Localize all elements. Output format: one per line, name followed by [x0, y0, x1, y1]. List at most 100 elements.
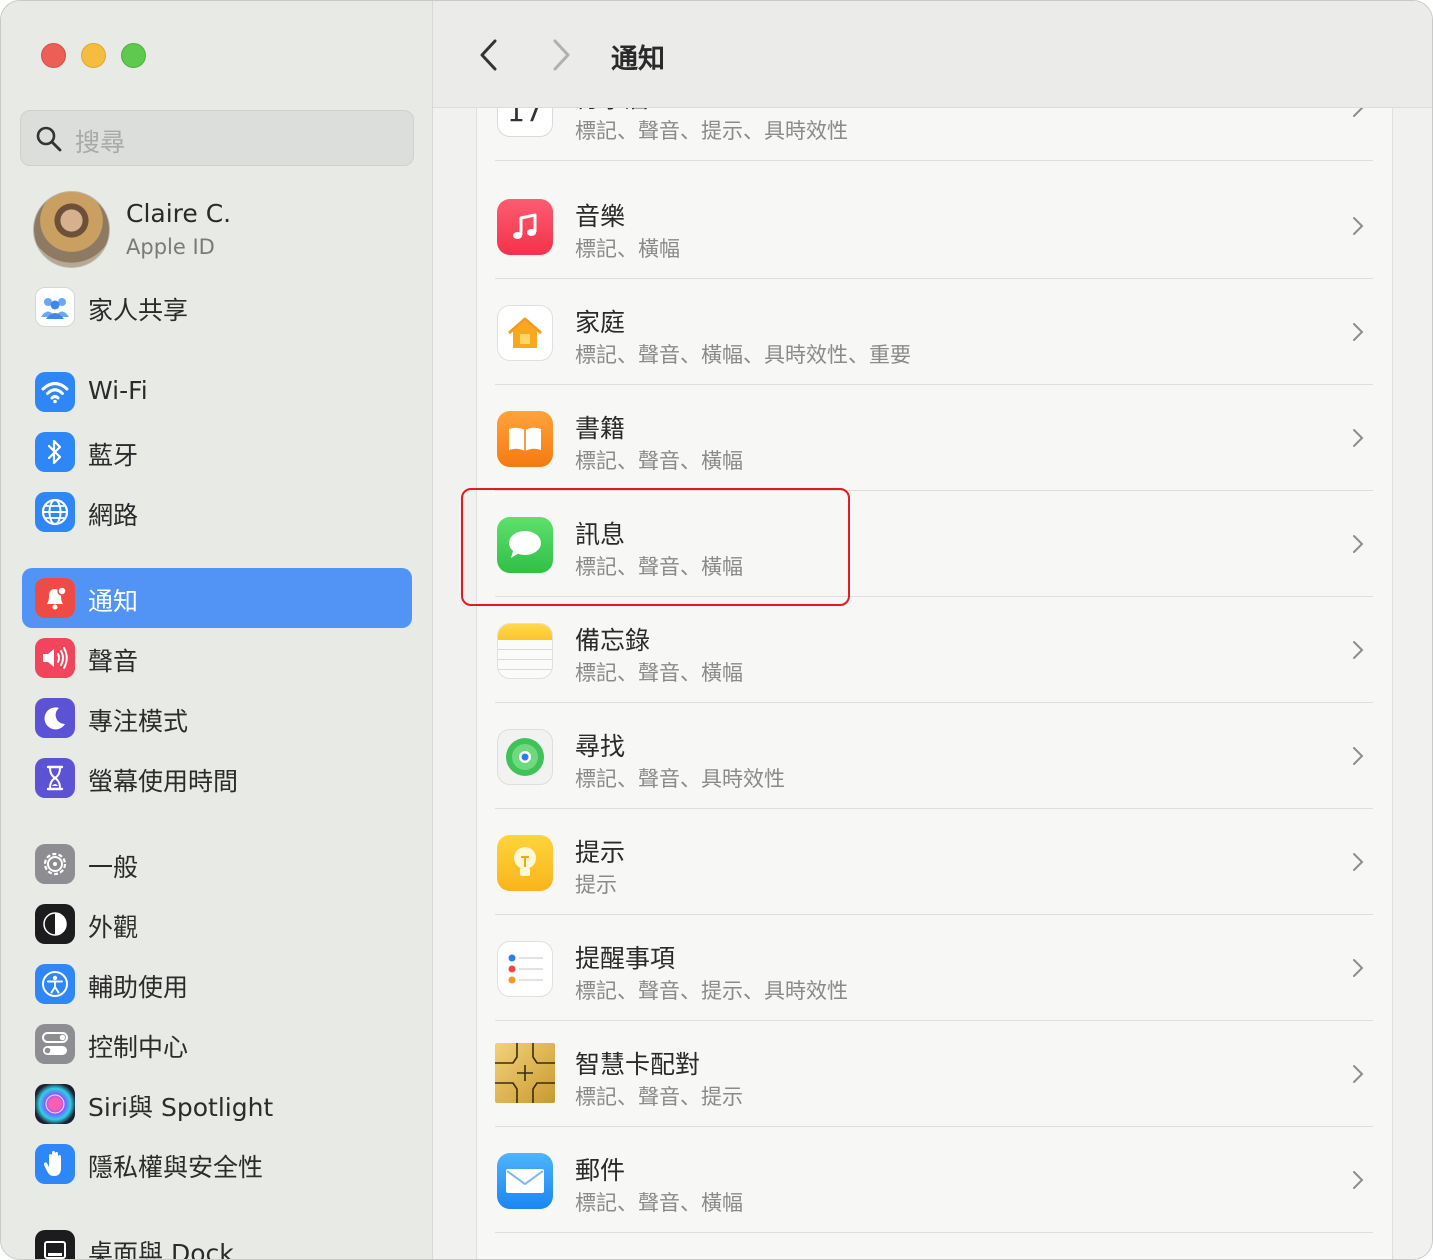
- sidebar-item-siri-spotlight[interactable]: Siri與 Spotlight: [22, 1074, 412, 1134]
- app-description: 標記、聲音、橫幅: [575, 1191, 743, 1215]
- forward-button[interactable]: [549, 37, 573, 73]
- sidebar-item-desktop-dock[interactable]: 桌面與 Dock: [22, 1220, 412, 1260]
- app-row-find-my[interactable]: 尋找 標記、聲音、具時效性: [495, 703, 1373, 809]
- sidebar-item-label: 桌面與 Dock: [88, 1239, 234, 1260]
- avatar: [33, 191, 110, 268]
- app-row-mail[interactable]: 郵件 標記、聲音、橫幅: [495, 1127, 1373, 1233]
- speaker-icon: [35, 638, 75, 678]
- app-description: 標記、聲音、提示: [575, 1085, 743, 1109]
- page-title: 通知: [611, 44, 665, 75]
- sidebar: 搜尋 Claire C. Apple ID 家人共享 Wi-Fi 藍牙 網路 通…: [1, 1, 433, 1260]
- app-title: 音樂: [575, 202, 626, 231]
- app-row-notes[interactable]: 備忘錄 標記、聲音、橫幅: [495, 597, 1373, 703]
- sidebar-item-general[interactable]: 一般: [22, 834, 412, 894]
- sidebar-item-wifi[interactable]: Wi-Fi: [22, 362, 412, 422]
- hourglass-icon: [35, 758, 75, 798]
- sidebar-item-notifications[interactable]: 通知: [22, 568, 412, 628]
- app-description: 標記、聲音、提示、具時效性: [575, 119, 848, 143]
- chevron-right-icon: [1353, 535, 1364, 553]
- app-title: 書籍: [575, 414, 626, 443]
- sidebar-item-bluetooth[interactable]: 藍牙: [22, 422, 412, 482]
- sidebar-item-family-sharing[interactable]: 家人共享: [22, 277, 412, 337]
- app-title: 提醒事項: [575, 944, 676, 973]
- app-title: 尋找: [575, 732, 626, 761]
- toggles-icon: [35, 1024, 75, 1064]
- account-name: Claire C.: [126, 199, 232, 228]
- books-icon: [497, 411, 553, 467]
- sidebar-item-privacy-security[interactable]: 隱私權與安全性: [22, 1134, 412, 1194]
- dock-icon: [35, 1230, 75, 1259]
- sidebar-item-label: 藍牙: [88, 441, 139, 470]
- close-window-button[interactable]: [41, 43, 66, 68]
- appearance-icon: [35, 904, 75, 944]
- sidebar-item-label: 輔助使用: [88, 973, 189, 1002]
- sidebar-item-label: 螢幕使用時間: [88, 767, 239, 796]
- app-row-home[interactable]: 家庭 標記、聲音、橫幅、具時效性、重要: [495, 279, 1373, 385]
- sidebar-item-appearance[interactable]: 外觀: [22, 894, 412, 954]
- gear-icon: [35, 844, 75, 884]
- sidebar-item-label: 家人共享: [88, 296, 189, 325]
- app-row-smart-card-pairing[interactable]: 智慧卡配對 標記、聲音、提示: [495, 1021, 1373, 1127]
- app-description: 標記、聲音、橫幅: [575, 661, 743, 685]
- main-content: 通知 17 行事曆 標記、聲音、提示、具時效性: [433, 1, 1432, 1259]
- apple-id-account[interactable]: Claire C. Apple ID: [33, 191, 413, 269]
- accessibility-icon: [35, 964, 75, 1004]
- hand-icon: [35, 1144, 75, 1184]
- sidebar-item-label: 一般: [88, 853, 139, 882]
- app-description: 標記、橫幅: [575, 237, 680, 261]
- back-button[interactable]: [477, 37, 501, 73]
- sidebar-item-label: Wi-Fi: [88, 376, 148, 405]
- sidebar-item-label: 網路: [88, 501, 139, 530]
- sidebar-item-label: 外觀: [88, 913, 139, 942]
- search-placeholder: 搜尋: [75, 128, 126, 157]
- bell-icon: [35, 578, 75, 618]
- sidebar-item-focus[interactable]: 專注模式: [22, 688, 412, 748]
- app-row-tips[interactable]: 提示 提示: [495, 809, 1373, 915]
- chevron-right-icon: [1353, 641, 1364, 659]
- zoom-window-button[interactable]: [121, 43, 146, 68]
- sidebar-item-label: 專注模式: [88, 707, 189, 736]
- home-icon: [497, 305, 553, 361]
- sidebar-item-label: Siri與 Spotlight: [88, 1093, 274, 1122]
- minimize-window-button[interactable]: [81, 43, 106, 68]
- search-icon: [36, 126, 62, 152]
- music-icon: [497, 199, 553, 255]
- app-row-books[interactable]: 書籍 標記、聲音、橫幅: [495, 385, 1373, 491]
- siri-icon: [35, 1084, 75, 1124]
- app-title: 郵件: [575, 1156, 626, 1185]
- chevron-right-icon: [1353, 959, 1364, 977]
- sidebar-item-sound[interactable]: 聲音: [22, 628, 412, 688]
- sidebar-item-screen-time[interactable]: 螢幕使用時間: [22, 748, 412, 808]
- family-icon: [35, 287, 75, 327]
- app-title: 提示: [575, 838, 626, 867]
- app-description: 標記、聲音、具時效性: [575, 767, 785, 791]
- sidebar-item-accessibility[interactable]: 輔助使用: [22, 954, 412, 1014]
- app-row-music[interactable]: 音樂 標記、橫幅: [495, 173, 1373, 279]
- app-title: 備忘錄: [575, 626, 651, 655]
- sidebar-item-label: 通知: [88, 587, 139, 616]
- moon-icon: [35, 698, 75, 738]
- chevron-right-icon: [1353, 1171, 1364, 1189]
- app-description: 標記、聲音、提示、具時效性: [575, 979, 848, 1003]
- app-description: 標記、聲音、橫幅: [575, 449, 743, 473]
- account-subtitle: Apple ID: [126, 235, 215, 259]
- sidebar-item-network[interactable]: 網路: [22, 482, 412, 542]
- app-description: 標記、聲音、橫幅、具時效性、重要: [575, 343, 911, 367]
- wifi-icon: [35, 372, 75, 412]
- sidebar-item-label: 控制中心: [88, 1033, 189, 1062]
- sidebar-item-label: 聲音: [88, 647, 139, 676]
- notes-icon: [497, 623, 553, 679]
- bluetooth-icon: [35, 432, 75, 472]
- app-title: 家庭: [575, 308, 626, 337]
- sidebar-item-label: 隱私權與安全性: [88, 1153, 264, 1182]
- chevron-right-icon: [1353, 217, 1364, 235]
- sidebar-item-control-center[interactable]: 控制中心: [22, 1014, 412, 1074]
- chevron-right-icon: [1353, 1065, 1364, 1083]
- app-row-reminders[interactable]: 提醒事項 標記、聲音、提示、具時效性: [495, 915, 1373, 1021]
- highlight-box: [461, 488, 850, 606]
- search-field[interactable]: 搜尋: [20, 110, 414, 166]
- globe-icon: [35, 492, 75, 532]
- smartcard-icon: [495, 1043, 555, 1103]
- mail-icon: [497, 1153, 553, 1209]
- app-notifications-list: 17 行事曆 標記、聲音、提示、具時效性 音樂 標記、橫幅: [476, 61, 1393, 1259]
